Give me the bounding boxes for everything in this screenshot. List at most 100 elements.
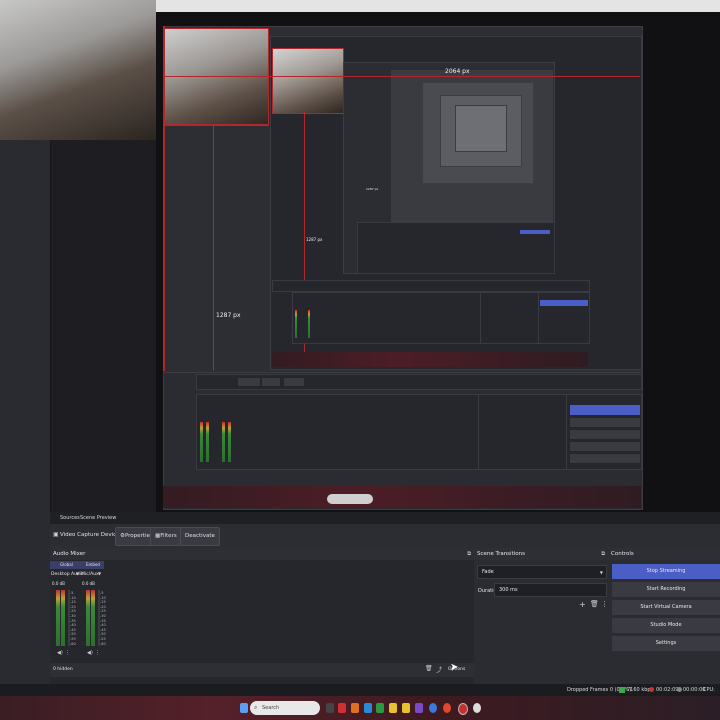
nested-taskbar-2 (272, 352, 588, 367)
nested-audio-mixer-2 (292, 292, 482, 344)
nested-preview-7 (455, 105, 507, 152)
hidden-count: 0 hidden (53, 667, 73, 672)
status-bar: Dropped Frames 0 (0.0%) 7160 kbps 00:02:… (0, 684, 720, 705)
obs-icon[interactable] (458, 703, 468, 715)
nested-scene-transitions-2 (480, 292, 540, 344)
start-recording-button[interactable]: Start Recording (612, 582, 720, 597)
meter-scale-tick: -20 (100, 604, 106, 609)
app-icon[interactable] (338, 703, 346, 713)
nested-volume-meter (200, 422, 203, 462)
more-icon[interactable]: ⋮ (95, 650, 100, 656)
speaker-icon[interactable]: ◀) (87, 650, 93, 656)
trash-icon[interactable]: 🗑 (590, 600, 599, 608)
mixer-tabs: Global Embed (50, 561, 104, 569)
filters-button[interactable]: ▦Filters (150, 527, 182, 546)
windows-taskbar (0, 696, 720, 720)
meter-scale-tick: -45 (100, 627, 106, 632)
nested-button (570, 454, 640, 463)
start-virtual-camera-button[interactable]: Start Virtual Camera (612, 600, 720, 615)
window-top-strip (156, 0, 720, 12)
edge-icon[interactable] (364, 703, 372, 713)
taskbar-search[interactable]: Search (250, 701, 320, 715)
trash-icon[interactable]: 🗑 (425, 665, 433, 672)
nested-stop-streaming-button-3 (520, 230, 550, 234)
more-icon[interactable]: ⋮ (601, 600, 608, 608)
tab-embed[interactable]: Embed (86, 562, 100, 567)
chrome-icon[interactable] (443, 703, 451, 713)
file-explorer-icon[interactable] (389, 703, 397, 713)
chrome-icon[interactable] (429, 703, 437, 713)
nested-stop-streaming-button-2 (540, 300, 588, 306)
sources-header-label: Sources (60, 515, 80, 521)
app-icon[interactable] (415, 703, 423, 713)
tab-global[interactable]: Global (60, 562, 73, 567)
studio-mode-button[interactable]: Studio Mode (612, 618, 720, 633)
nested-taskbar (163, 486, 641, 508)
vlc-icon[interactable] (351, 703, 359, 713)
meter-scale-tick: -15 (100, 600, 106, 605)
deactivate-button[interactable]: Deactivate (180, 527, 220, 546)
meter-scale-tick: -20 (70, 604, 76, 609)
task-view-icon[interactable] (326, 703, 334, 713)
meter-scale-tick: -35 (70, 618, 76, 623)
scene-preview-label: Scene Preview (80, 515, 117, 521)
chevron-down-icon: ▼ (599, 570, 603, 575)
more-icon[interactable]: ⋮ (65, 650, 70, 656)
nested-button (284, 378, 304, 386)
channel-1-db: 0.0 dB (52, 581, 65, 586)
bounding-box-line (163, 26, 165, 371)
measure-height-label: 1287 px (366, 187, 379, 191)
record-indicator-icon (677, 687, 682, 692)
bounding-box-line (213, 124, 214, 371)
volume-meter (86, 590, 90, 646)
nested-audio-mixer (196, 394, 480, 470)
meter-scale-tick: -10 (70, 595, 76, 600)
app-icon[interactable] (473, 703, 481, 713)
audio-mixer-title: Audio Mixer (53, 551, 86, 557)
bounding-box-line (163, 124, 268, 125)
duration-input[interactable]: 300 ms (494, 583, 607, 597)
add-icon[interactable]: + (579, 600, 586, 609)
nested-source-toolbar-2 (272, 280, 590, 292)
meter-scale-tick: -25 (70, 609, 76, 614)
taskbar-search-label: Search (262, 705, 280, 711)
app-icon[interactable] (376, 703, 384, 713)
undock-icon[interactable]: ⧉ (601, 548, 605, 560)
link-icon[interactable]: ⤴ (436, 665, 442, 674)
start-menu-icon[interactable] (240, 703, 248, 713)
speaker-icon[interactable]: ◀) (57, 650, 63, 656)
transition-select[interactable]: Fade ▼ (477, 565, 607, 579)
undock-icon[interactable]: ⧉ (467, 548, 471, 560)
measure-height-label: 1287 px (216, 312, 241, 319)
meter-scale-tick: -15 (70, 600, 76, 605)
scene-transitions-header: Scene Transitions ⧉ (474, 548, 608, 560)
measure-width-label: 2064 px (445, 68, 470, 75)
mouse-cursor-icon: ➤ (450, 662, 459, 673)
stop-streaming-button[interactable]: Stop Streaming (612, 564, 720, 579)
signal-icon (619, 687, 625, 693)
meter-scale-tick: -55 (100, 637, 106, 641)
video-camera-icon: ▣ (53, 531, 59, 538)
meter-scale-tick: -30 (100, 614, 106, 618)
transition-value: Fade (482, 569, 494, 575)
folder-icon[interactable] (402, 703, 410, 713)
chevron-down-icon[interactable]: ▼ (76, 571, 79, 576)
source-toolbar-header: Sources Scene Preview (50, 512, 720, 524)
nested-stop-streaming-button (570, 405, 640, 415)
meter-scale-tick: -30 (70, 614, 76, 618)
chevron-down-icon[interactable]: ▼ (98, 571, 101, 576)
duration-value: 300 ms (499, 587, 518, 593)
nested-button (238, 378, 260, 386)
nested-volume-meter (295, 310, 297, 338)
meter-scale-tick: -35 (100, 618, 106, 623)
settings-button[interactable]: Settings (612, 636, 720, 651)
controls-title: Controls (611, 551, 634, 557)
meter-scale-tick: -45 (70, 627, 76, 632)
deactivate-label: Deactivate (185, 533, 215, 539)
meter-scale-tick: -50 (70, 632, 76, 637)
nested-search-box (327, 494, 373, 504)
meter-scale-tick: -60 (70, 641, 76, 646)
meter-scale-tick: -5 (100, 591, 104, 595)
meter-scale-tick: -55 (70, 637, 76, 641)
webcam-feed (0, 0, 156, 140)
